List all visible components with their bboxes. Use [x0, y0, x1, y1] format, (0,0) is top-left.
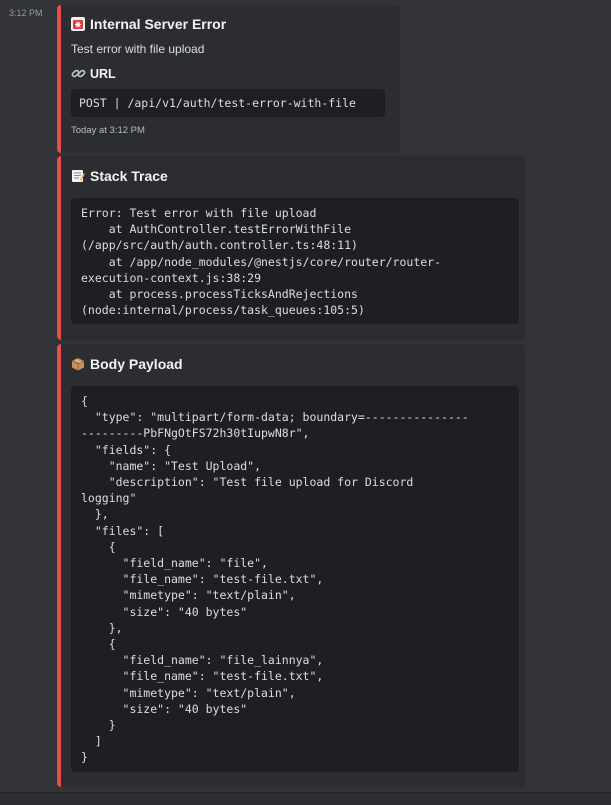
body-payload-embed: Body Payload { "type": "multipart/form-d… [57, 344, 525, 787]
link-icon [71, 66, 86, 81]
error-embed: Internal Server Error Test error with fi… [57, 5, 400, 153]
rotating-light-icon [71, 17, 85, 31]
message-timestamp: 3:12 PM [9, 8, 43, 18]
stack-trace-embed: Stack Trace Error: Test error with file … [57, 156, 525, 340]
body-payload-title-text: Body Payload [90, 356, 183, 372]
stack-trace-title-text: Stack Trace [90, 168, 168, 184]
error-description: Test error with file upload [71, 42, 205, 56]
body-payload-title: Body Payload [71, 356, 183, 372]
stack-trace-title: Stack Trace [71, 168, 168, 184]
package-icon [71, 357, 85, 371]
error-footer-timestamp: Today at 3:12 PM [71, 125, 145, 136]
bottom-bar [0, 792, 611, 805]
memo-icon [71, 169, 85, 183]
url-code-block: POST | /api/v1/auth/test-error-with-file [71, 89, 385, 117]
url-field-name-text: URL [90, 66, 116, 81]
error-embed-title-text: Internal Server Error [90, 16, 227, 32]
error-embed-title: Internal Server Error [71, 16, 226, 32]
url-field-name: URL [71, 66, 116, 81]
body-payload-code-block: { "type": "multipart/form-data; boundary… [71, 386, 519, 772]
stack-trace-code-block: Error: Test error with file upload at Au… [71, 198, 519, 324]
